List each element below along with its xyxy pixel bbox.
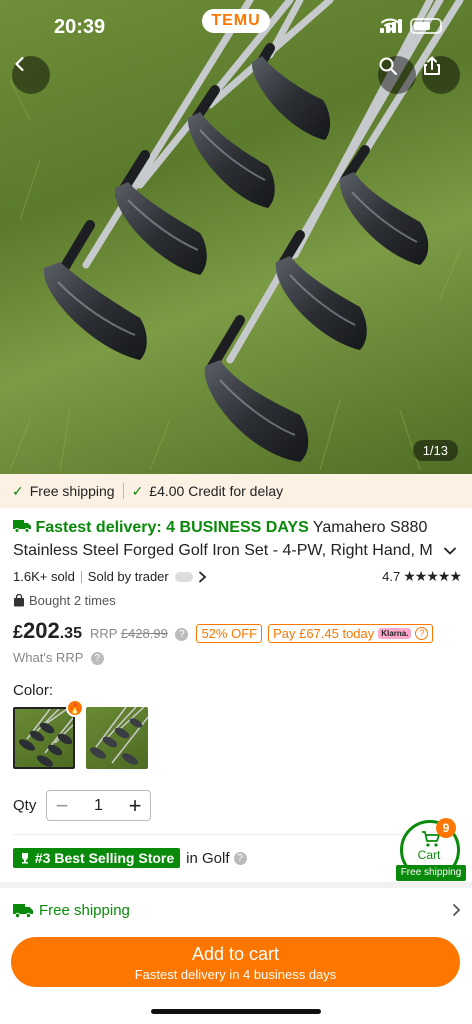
rrp-value: £428.99 (120, 626, 168, 641)
sold-by-link[interactable]: Sold by trader (88, 569, 169, 584)
store-rank-text: #3 Best Selling Store (34, 850, 175, 866)
price-fraction: .35 (59, 625, 82, 642)
meta-row: 1.6K+ sold Sold by trader 4.7 ★★★★★ (13, 568, 462, 585)
search-button[interactable] (378, 56, 416, 94)
check-icon: ✓ (12, 482, 24, 499)
pay-today-text: Pay £67.45 today (273, 626, 375, 641)
promo-band[interactable]: ✓ Free shipping ✓ £4.00 Credit for delay (0, 474, 472, 508)
hot-icon: 🔥 (66, 699, 84, 717)
free-shipping-text: Free shipping (29, 483, 115, 499)
store-rank-row[interactable]: #3 Best Selling Store in Golf ? (13, 848, 247, 868)
price-row: £202.35 RRP £428.99 ? 52% OFF Pay £67.45… (13, 618, 463, 644)
bought-text: Bought 2 times (29, 593, 116, 608)
home-indicator[interactable] (151, 1009, 321, 1014)
share-icon (424, 56, 440, 75)
qty-value[interactable]: 1 (77, 797, 120, 815)
chevron-left-icon (15, 56, 24, 72)
chevron-right-icon (453, 904, 461, 916)
add-to-cart-label: Add to cart (191, 944, 280, 964)
temu-logo: TEMU (202, 9, 270, 33)
cart-count-badge: 9 (436, 818, 456, 838)
price-whole: 202 (23, 618, 60, 643)
sold-count: 1.6K+ sold (13, 569, 75, 584)
store-category: in Golf (186, 849, 230, 867)
rating-value: 4.7 (382, 569, 401, 584)
section-gap (0, 882, 472, 888)
system-icons (380, 18, 442, 34)
check-icon: ✓ (131, 482, 144, 499)
currency-symbol: £ (13, 622, 24, 642)
price: £202.35 (13, 618, 82, 644)
discount-badge: 52% OFF (196, 624, 263, 643)
color-swatch-2[interactable] (86, 707, 148, 769)
share-button[interactable] (422, 56, 460, 94)
fastest-delivery-label: Fastest delivery: 4 BUSINESS DAYS (35, 519, 309, 536)
divider (122, 483, 124, 499)
chevron-down-icon[interactable] (443, 544, 457, 558)
swatch-thumbnail (89, 707, 148, 765)
help-icon: ? (90, 652, 104, 666)
chevron-right-icon[interactable] (197, 571, 207, 583)
floating-cart[interactable]: Cart 9 Free shipping (396, 818, 466, 881)
rrp: RRP £428.99 ? (89, 626, 189, 642)
add-to-cart-sublabel: Fastest delivery in 4 business days (134, 967, 337, 982)
whats-rrp-link[interactable]: What's RRP ? (13, 650, 104, 666)
qty-label: Qty (13, 797, 37, 814)
help-icon: ? (233, 851, 247, 865)
color-swatch-1[interactable] (13, 707, 75, 769)
trader-logo (174, 571, 193, 582)
cart-free-shipping: Free shipping (396, 865, 466, 881)
store-rank-badge: #3 Best Selling Store (13, 848, 181, 868)
bought-times: Bought 2 times (13, 593, 116, 608)
clock: 20:39 (54, 16, 106, 38)
delivery-truck-icon (13, 520, 31, 533)
help-icon: ? (415, 627, 429, 640)
qty-increase-button[interactable]: + (120, 791, 150, 820)
klarna-logo: Klarna. (378, 628, 412, 639)
search-icon (379, 57, 398, 76)
wifi-icon (380, 18, 400, 32)
divider (80, 570, 82, 583)
back-button[interactable] (12, 56, 50, 94)
add-to-cart-button[interactable]: Add to cart Fastest delivery in 4 busine… (11, 937, 460, 987)
pay-today-badge[interactable]: Pay £67.45 today Klarna. ? (268, 624, 434, 643)
help-icon[interactable]: ? (175, 628, 189, 642)
divider (13, 834, 459, 835)
rrp-label: RRP (89, 626, 118, 641)
color-label: Color: (13, 682, 54, 699)
title-text: Yamahero S880 (308, 519, 428, 536)
cart-label: Cart (417, 848, 441, 862)
shipping-row[interactable]: Free shipping (13, 896, 461, 924)
product-title[interactable]: Fastest delivery: 4 BUSINESS DAYS Yamahe… (13, 516, 461, 562)
qty-decrease-button[interactable]: − (47, 791, 77, 820)
trophy-icon (22, 853, 28, 864)
swatch-thumbnail (18, 709, 73, 767)
image-counter: 1/13 (412, 440, 458, 461)
star-icons: ★★★★★ (403, 568, 462, 584)
whats-rrp-text: What's RRP (13, 650, 84, 665)
delivery-truck-icon (13, 903, 33, 918)
title-line-2: Stainless Steel Forged Golf Iron Set - 4… (13, 542, 433, 559)
product-image[interactable]: 20:39 TEMU 1/13 (0, 0, 472, 474)
shipping-label: Free shipping (39, 901, 130, 919)
status-bar: 20:39 TEMU (0, 0, 472, 54)
battery-icon (410, 18, 442, 34)
delay-credit-text: £4.00 Credit for delay (149, 483, 284, 499)
shopping-bag-icon (14, 594, 24, 607)
rating[interactable]: 4.7 ★★★★★ (382, 568, 462, 585)
quantity-stepper: − 1 + (46, 790, 151, 821)
